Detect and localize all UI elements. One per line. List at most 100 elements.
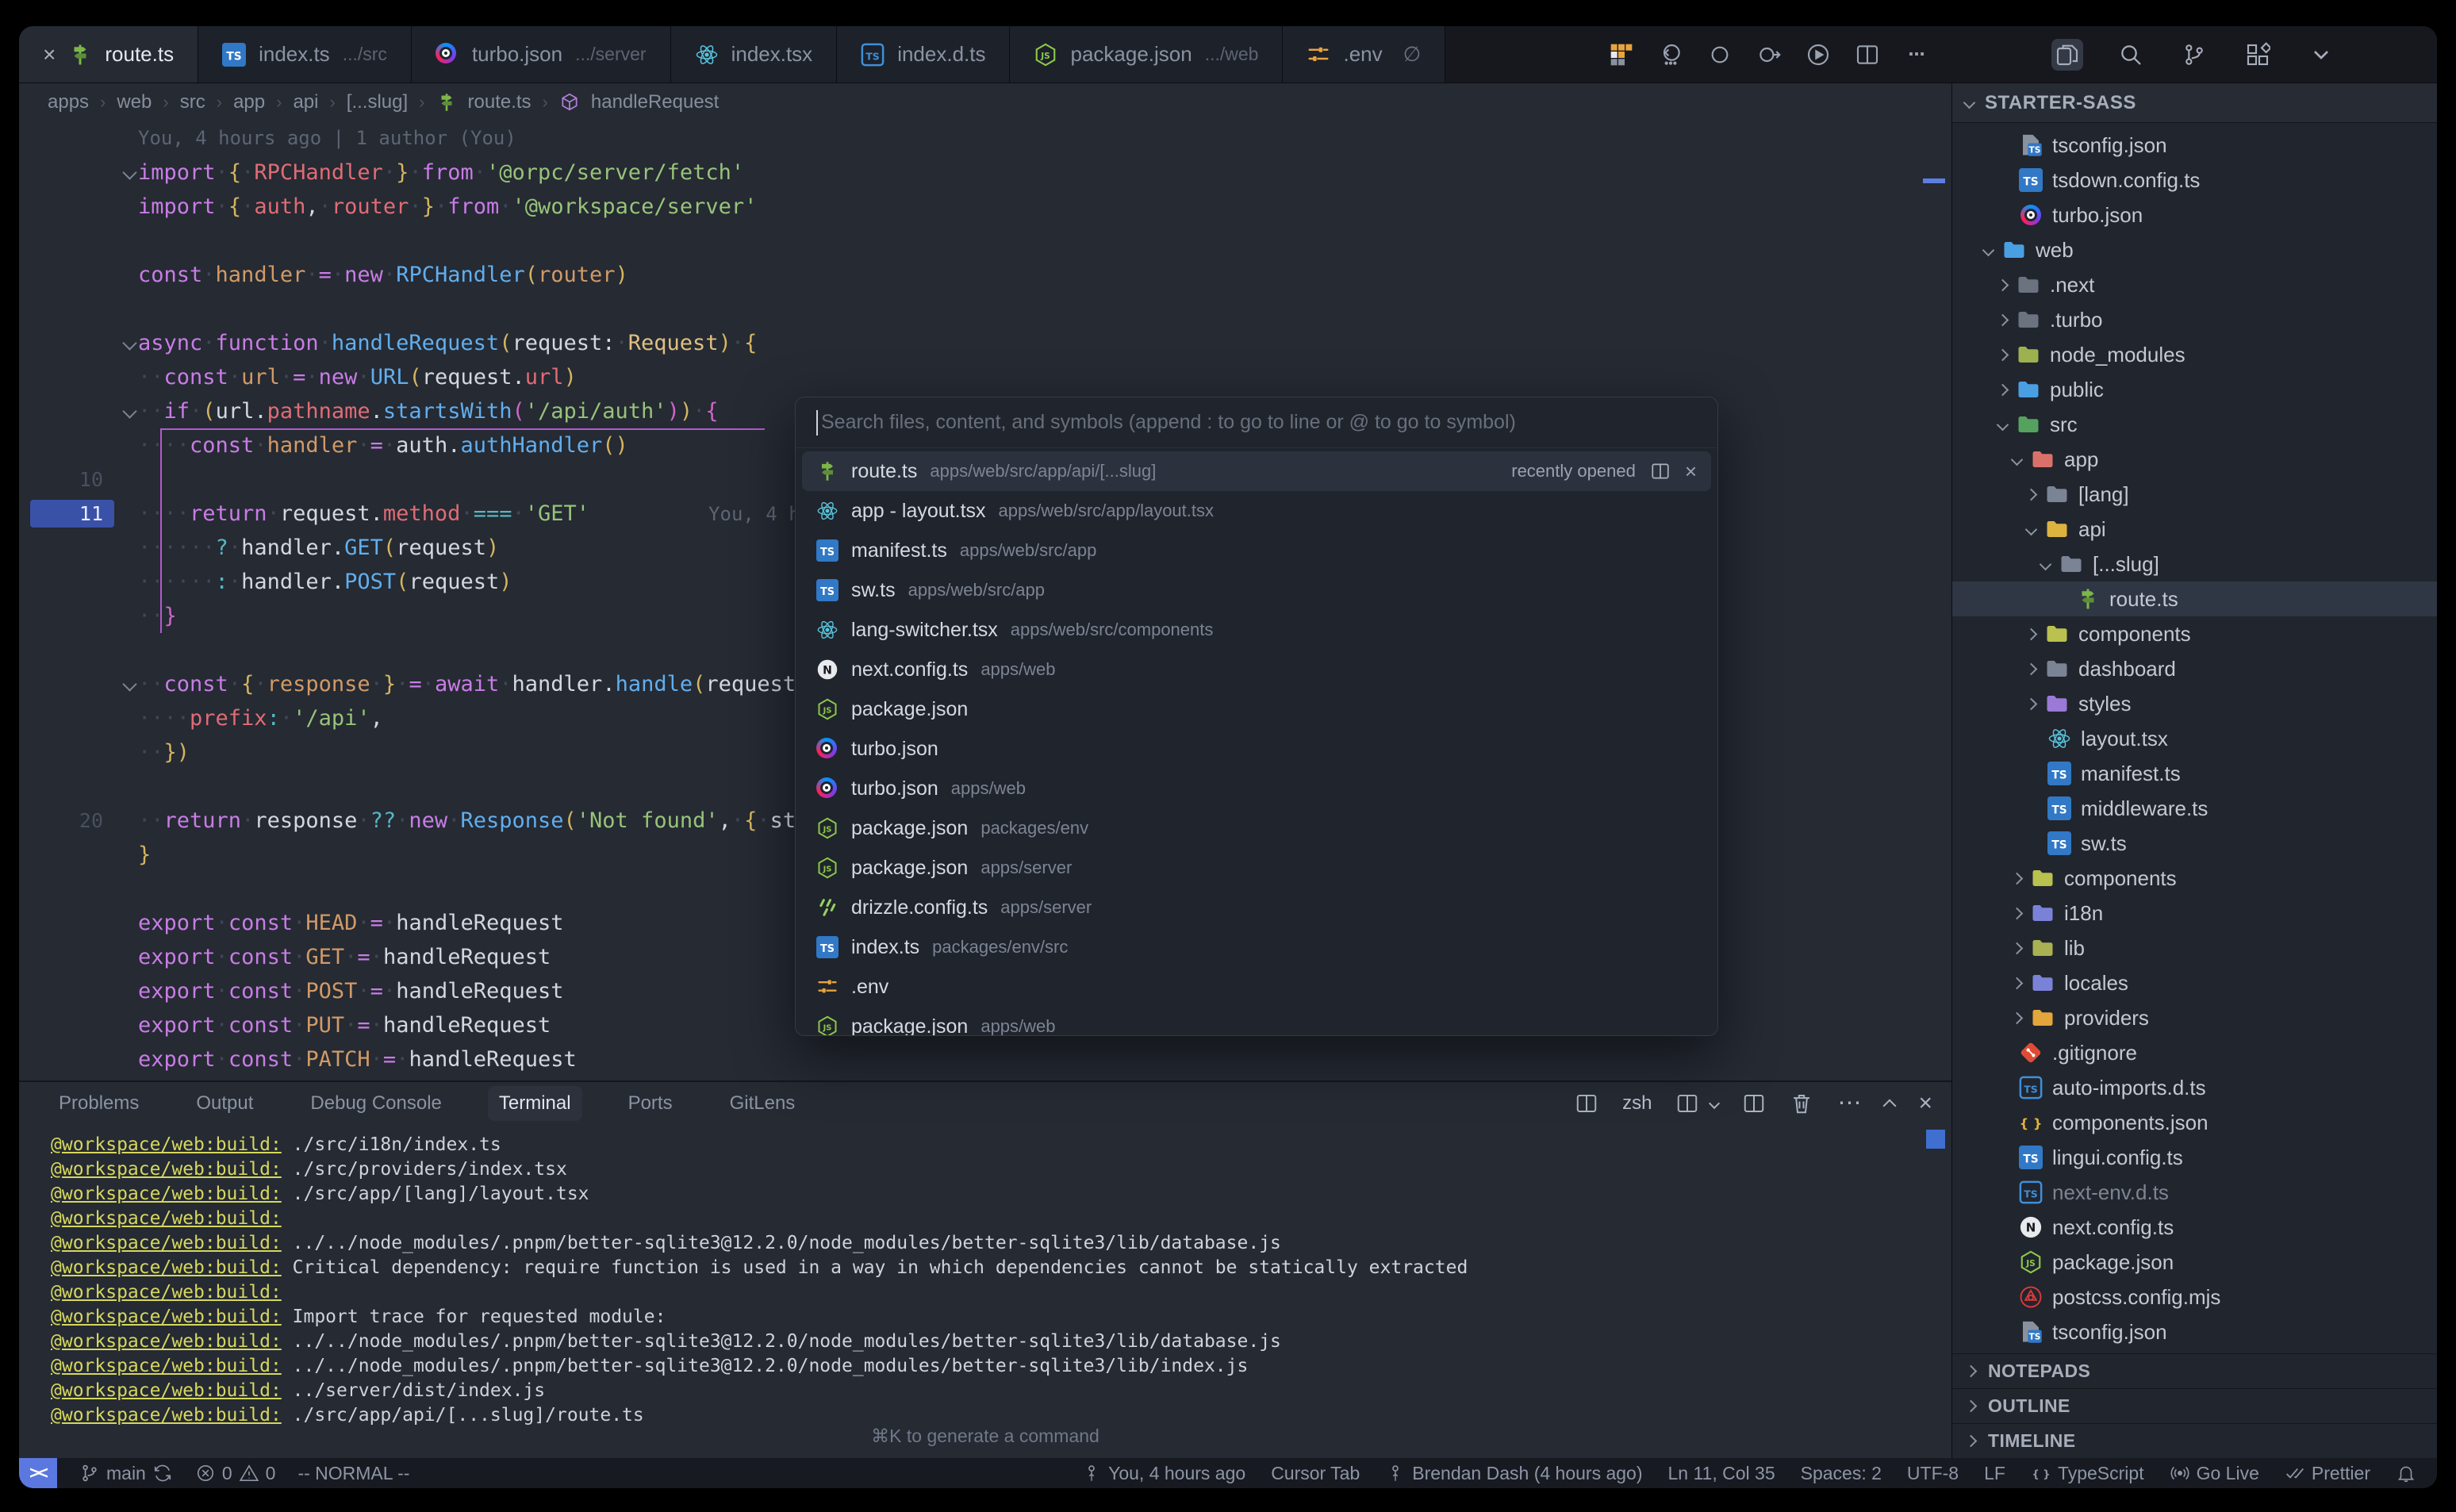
grid-colored-icon[interactable] xyxy=(1609,42,1634,67)
split-editor-icon[interactable] xyxy=(1855,42,1880,67)
quick-open-result[interactable]: TSsw.tsapps/web/src/app xyxy=(802,570,1711,610)
quick-open-result[interactable]: turbo.jsonapps/web xyxy=(802,769,1711,808)
chevron-right-icon[interactable] xyxy=(1997,278,2009,291)
tree-item-node_modules[interactable]: node_modules xyxy=(1952,337,2437,372)
source-control-icon[interactable] xyxy=(2178,39,2210,71)
split-editor-icon[interactable] xyxy=(1742,1092,1766,1115)
chevron-right-icon[interactable] xyxy=(2025,697,2038,710)
chevron-right-icon[interactable] xyxy=(2011,942,2024,954)
search-icon[interactable] xyxy=(2115,39,2147,71)
tree-item-[lang][interactable]: [lang] xyxy=(1952,477,2437,512)
breadcrumb-item[interactable]: src xyxy=(180,91,205,113)
tree-item-lingui.config.ts[interactable]: TSlingui.config.ts xyxy=(1952,1140,2437,1175)
quick-open-input[interactable]: Search files, content, and symbols (appe… xyxy=(796,397,1717,448)
tree-item-next.config.ts[interactable]: Nnext.config.ts xyxy=(1952,1210,2437,1245)
quick-open-result[interactable]: drizzle.config.tsapps/server xyxy=(802,888,1711,927)
gutter[interactable] xyxy=(19,224,138,258)
fold-chevron-icon[interactable] xyxy=(122,336,136,350)
terminal-scrollbar-marker[interactable] xyxy=(1926,1130,1945,1149)
breadcrumb-item[interactable]: [...slug] xyxy=(347,91,408,113)
chevron-down-icon[interactable] xyxy=(2025,523,2038,535)
gutter[interactable] xyxy=(19,1042,138,1076)
tree-item-tsconfig.json[interactable]: TStsconfig.json xyxy=(1952,128,2437,163)
ellipsis-icon[interactable]: ⋯ xyxy=(1904,42,1929,67)
tree-item-auto-imports.d.ts[interactable]: TSauto-imports.d.ts xyxy=(1952,1070,2437,1105)
chevron-right-icon[interactable] xyxy=(1997,383,2009,396)
gutter[interactable] xyxy=(19,190,138,224)
gutter[interactable] xyxy=(19,599,138,633)
gutter[interactable] xyxy=(19,667,138,701)
quick-open-result[interactable]: app - layout.tsxapps/web/src/app/layout.… xyxy=(802,491,1711,531)
explorer-header[interactable]: STARTER-SASS xyxy=(1952,83,2437,123)
tab-index.tsx[interactable]: index.tsx xyxy=(671,26,838,83)
gutter[interactable] xyxy=(19,735,138,769)
gutter[interactable] xyxy=(19,428,138,462)
tab-route.ts[interactable]: ×route.ts xyxy=(19,26,198,83)
circle-icon[interactable] xyxy=(1707,42,1733,67)
breadcrumb[interactable]: apps›web›src›app›api›[...slug]›route.ts›… xyxy=(19,83,1951,121)
chevron-down-icon[interactable] xyxy=(1982,244,1995,256)
gutter[interactable] xyxy=(19,531,138,565)
tab-index.d.ts[interactable]: TSindex.d.ts xyxy=(837,26,1010,83)
nav-back-circle-icon[interactable] xyxy=(1658,42,1683,67)
panel-tab-gitlens[interactable]: GitLens xyxy=(719,1086,807,1121)
tree-item-package.json[interactable]: JSpackage.json xyxy=(1952,1245,2437,1280)
gutter[interactable] xyxy=(19,872,138,906)
chevron-right-icon[interactable] xyxy=(2011,977,2024,989)
chevron-down-icon[interactable] xyxy=(2305,39,2337,71)
section-notepads[interactable]: NOTEPADS xyxy=(1952,1353,2437,1388)
breadcrumb-item[interactable]: app xyxy=(233,91,265,113)
status-item-go-live[interactable]: Go Live xyxy=(2170,1463,2259,1484)
quick-open-result[interactable]: lang-switcher.tsxapps/web/src/components xyxy=(802,610,1711,650)
tree-item-.gitignore[interactable]: .gitignore xyxy=(1952,1035,2437,1070)
gutter[interactable] xyxy=(19,940,138,974)
quick-open-result[interactable]: TSindex.tspackages/env/src xyxy=(802,927,1711,967)
gutter[interactable] xyxy=(19,974,138,1008)
quick-open-result[interactable]: JSpackage.jsonapps/web xyxy=(802,1007,1711,1036)
gutter[interactable] xyxy=(19,326,138,360)
tab-turbo.json[interactable]: turbo.json.../server xyxy=(412,26,671,83)
tree-item-.turbo[interactable]: .turbo xyxy=(1952,302,2437,337)
files-icon[interactable] xyxy=(2051,39,2083,71)
quick-open-result[interactable]: turbo.json xyxy=(802,729,1711,769)
open-to-side-icon[interactable] xyxy=(1650,461,1671,482)
shell-label[interactable]: zsh xyxy=(1622,1092,1652,1115)
status-item-ln-11-col-35[interactable]: Ln 11, Col 35 xyxy=(1668,1463,1775,1484)
tree-item-next-env.d.ts[interactable]: TSnext-env.d.ts xyxy=(1952,1175,2437,1210)
panel-tab-ports[interactable]: Ports xyxy=(617,1086,684,1121)
gutter[interactable] xyxy=(19,701,138,735)
section-outline[interactable]: OUTLINE xyxy=(1952,1388,2437,1423)
tree-item-[...slug][interactable]: [...slug] xyxy=(1952,547,2437,581)
tree-item-route.ts[interactable]: route.ts xyxy=(1952,581,2437,616)
tree-item-tsdown.config.ts[interactable]: TStsdown.config.ts xyxy=(1952,163,2437,198)
status-item-lf[interactable]: LF xyxy=(1984,1463,2005,1484)
tree-item-.next[interactable]: .next xyxy=(1952,267,2437,302)
trash-icon[interactable] xyxy=(1790,1092,1813,1115)
quick-open-result[interactable]: .env xyxy=(802,967,1711,1007)
remove-from-recent-icon[interactable]: × xyxy=(1685,459,1697,484)
breadcrumb-item[interactable]: api xyxy=(293,91,318,113)
chevron-right-icon[interactable] xyxy=(2025,662,2038,675)
section-timeline[interactable]: TIMELINE xyxy=(1952,1423,2437,1458)
chevron-right-icon[interactable] xyxy=(2025,488,2038,501)
status-item-you-4-hours-ago[interactable]: You, 4 hours ago xyxy=(1081,1463,1245,1484)
editor-scrollbar-marker[interactable] xyxy=(1923,178,1945,183)
status-item-bell[interactable] xyxy=(2396,1463,2416,1483)
status-item-main[interactable]: main xyxy=(79,1463,173,1484)
breadcrumb-item[interactable]: web xyxy=(117,91,152,113)
gutter[interactable] xyxy=(19,1008,138,1042)
split-editor-icon[interactable] xyxy=(1575,1092,1598,1115)
status-item-0[interactable]: 00 xyxy=(195,1463,276,1484)
tree-item-layout.tsx[interactable]: layout.tsx xyxy=(1952,721,2437,756)
quick-open-result[interactable]: route.tsapps/web/src/app/api/[...slug]re… xyxy=(802,451,1711,491)
chevron-down-icon[interactable] xyxy=(2011,453,2024,466)
status-item-cursor-tab[interactable]: Cursor Tab xyxy=(1271,1463,1360,1484)
tree-item-components[interactable]: components xyxy=(1952,616,2437,651)
gutter[interactable] xyxy=(19,155,138,190)
tree-item-dashboard[interactable]: dashboard xyxy=(1952,651,2437,686)
play-circle-icon[interactable] xyxy=(1806,42,1831,67)
status-item-spaces-2[interactable]: Spaces: 2 xyxy=(1801,1463,1882,1484)
quick-open-result[interactable]: TSmanifest.tsapps/web/src/app xyxy=(802,531,1711,570)
gutter[interactable] xyxy=(19,360,138,394)
chevron-down-icon[interactable] xyxy=(1997,418,2009,431)
